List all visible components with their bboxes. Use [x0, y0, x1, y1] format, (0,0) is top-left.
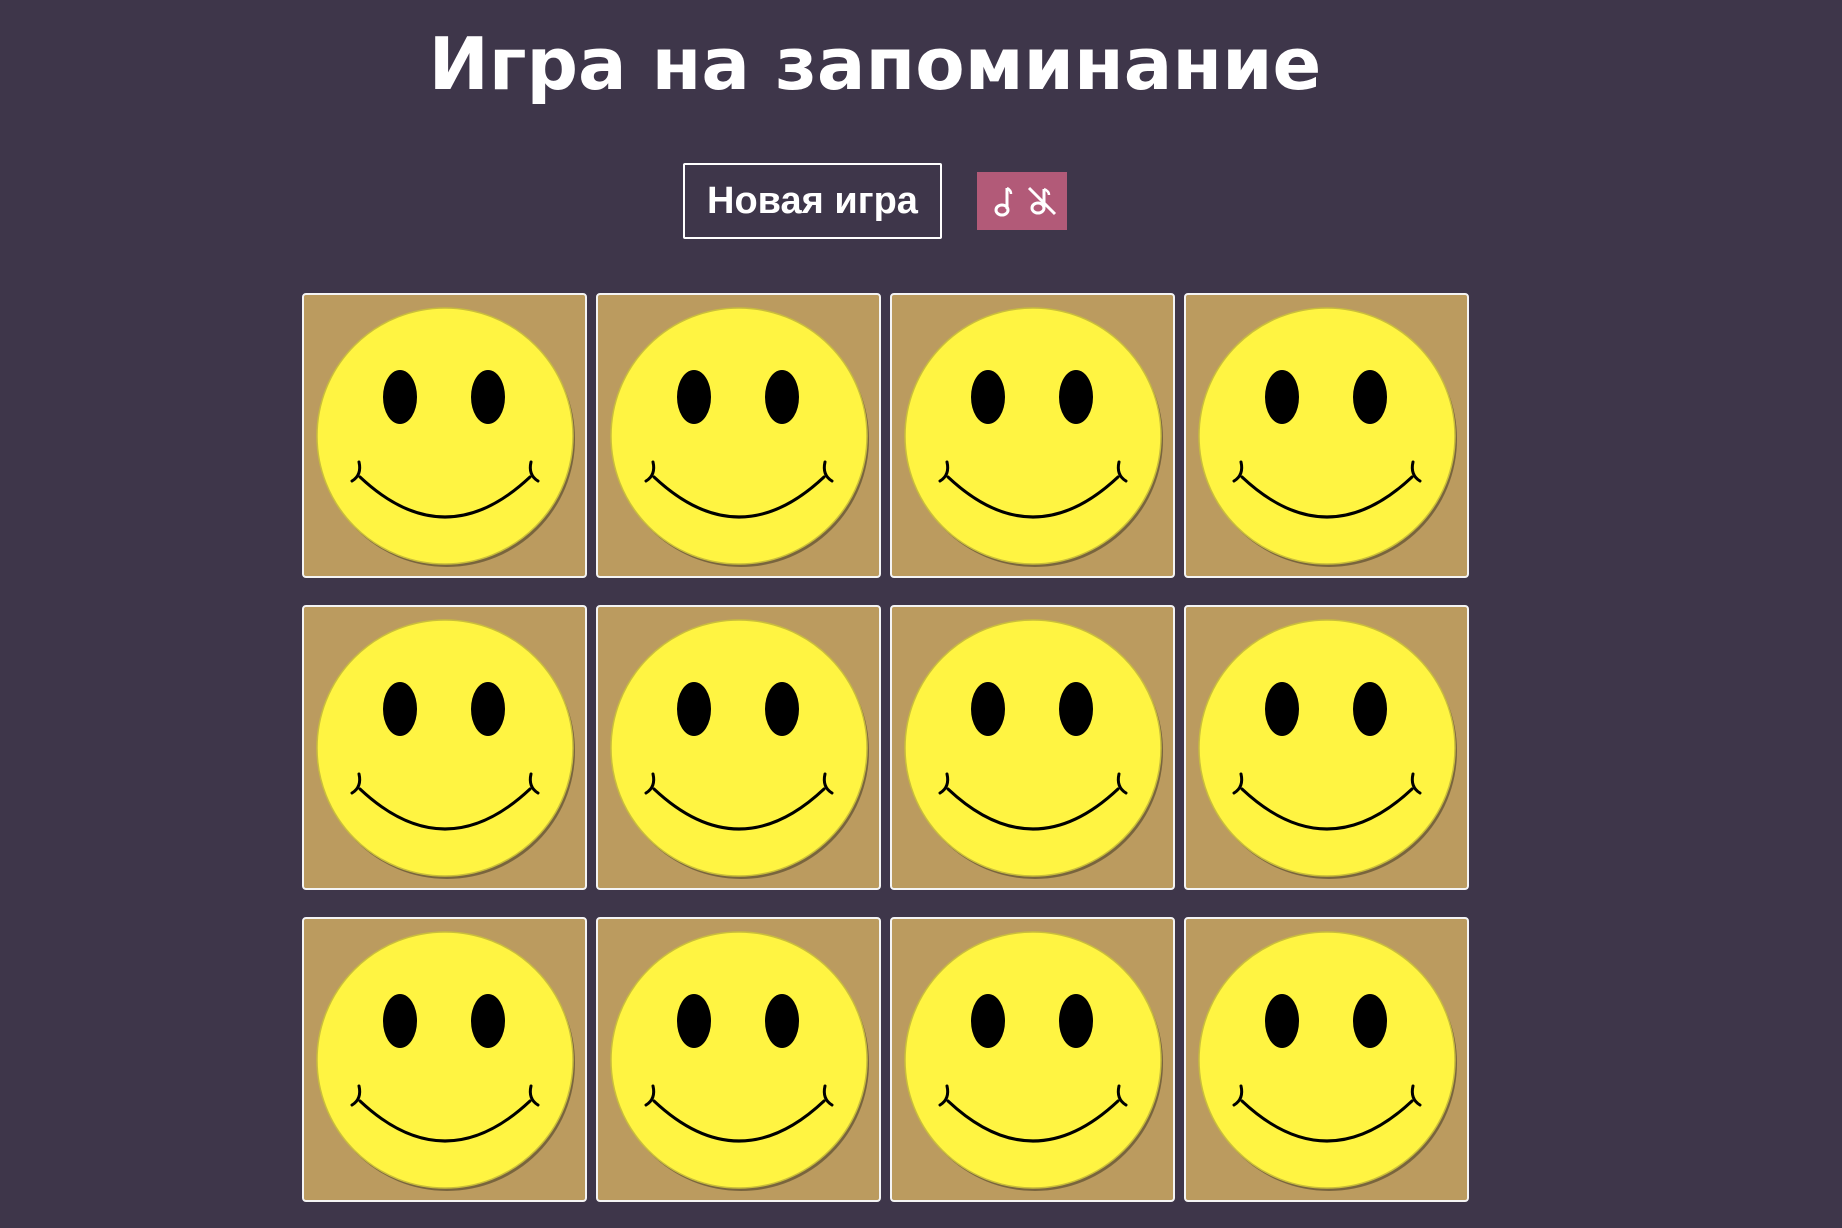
smiley-icon: [609, 618, 869, 879]
card-grid: [302, 293, 1470, 1202]
memory-card[interactable]: [302, 605, 587, 890]
smiley-icon: [609, 306, 869, 567]
smiley-icon: [1197, 306, 1457, 567]
smiley-icon: [609, 930, 869, 1191]
memory-card[interactable]: [302, 917, 587, 1202]
smiley-icon: [1197, 618, 1457, 879]
memory-card[interactable]: [596, 293, 881, 578]
memory-card[interactable]: [596, 605, 881, 890]
memory-card[interactable]: [1184, 917, 1469, 1202]
memory-card[interactable]: [596, 917, 881, 1202]
controls-bar: Новая игра: [683, 163, 1067, 239]
smiley-icon: [315, 618, 575, 879]
music-note-icon: [994, 186, 1012, 217]
smiley-icon: [315, 306, 575, 567]
memory-card[interactable]: [1184, 293, 1469, 578]
memory-card[interactable]: [1184, 605, 1469, 890]
memory-card[interactable]: [890, 293, 1175, 578]
smiley-icon: [1197, 930, 1457, 1191]
smiley-icon: [903, 306, 1163, 567]
new-game-button[interactable]: Новая игра: [683, 163, 942, 239]
smiley-icon: [903, 618, 1163, 879]
music-off-icon: [1027, 186, 1056, 216]
sound-on-button[interactable]: [986, 181, 1020, 221]
memory-card[interactable]: [302, 293, 587, 578]
page-title: Игра на запоминание: [428, 22, 1322, 106]
sound-toggle-group: [977, 172, 1067, 230]
smiley-icon: [903, 930, 1163, 1191]
sound-off-button[interactable]: [1025, 181, 1059, 221]
memory-card[interactable]: [890, 605, 1175, 890]
smiley-icon: [315, 930, 575, 1191]
memory-game-page: Игра на запоминание Новая игра: [0, 0, 1842, 1228]
memory-card[interactable]: [890, 917, 1175, 1202]
